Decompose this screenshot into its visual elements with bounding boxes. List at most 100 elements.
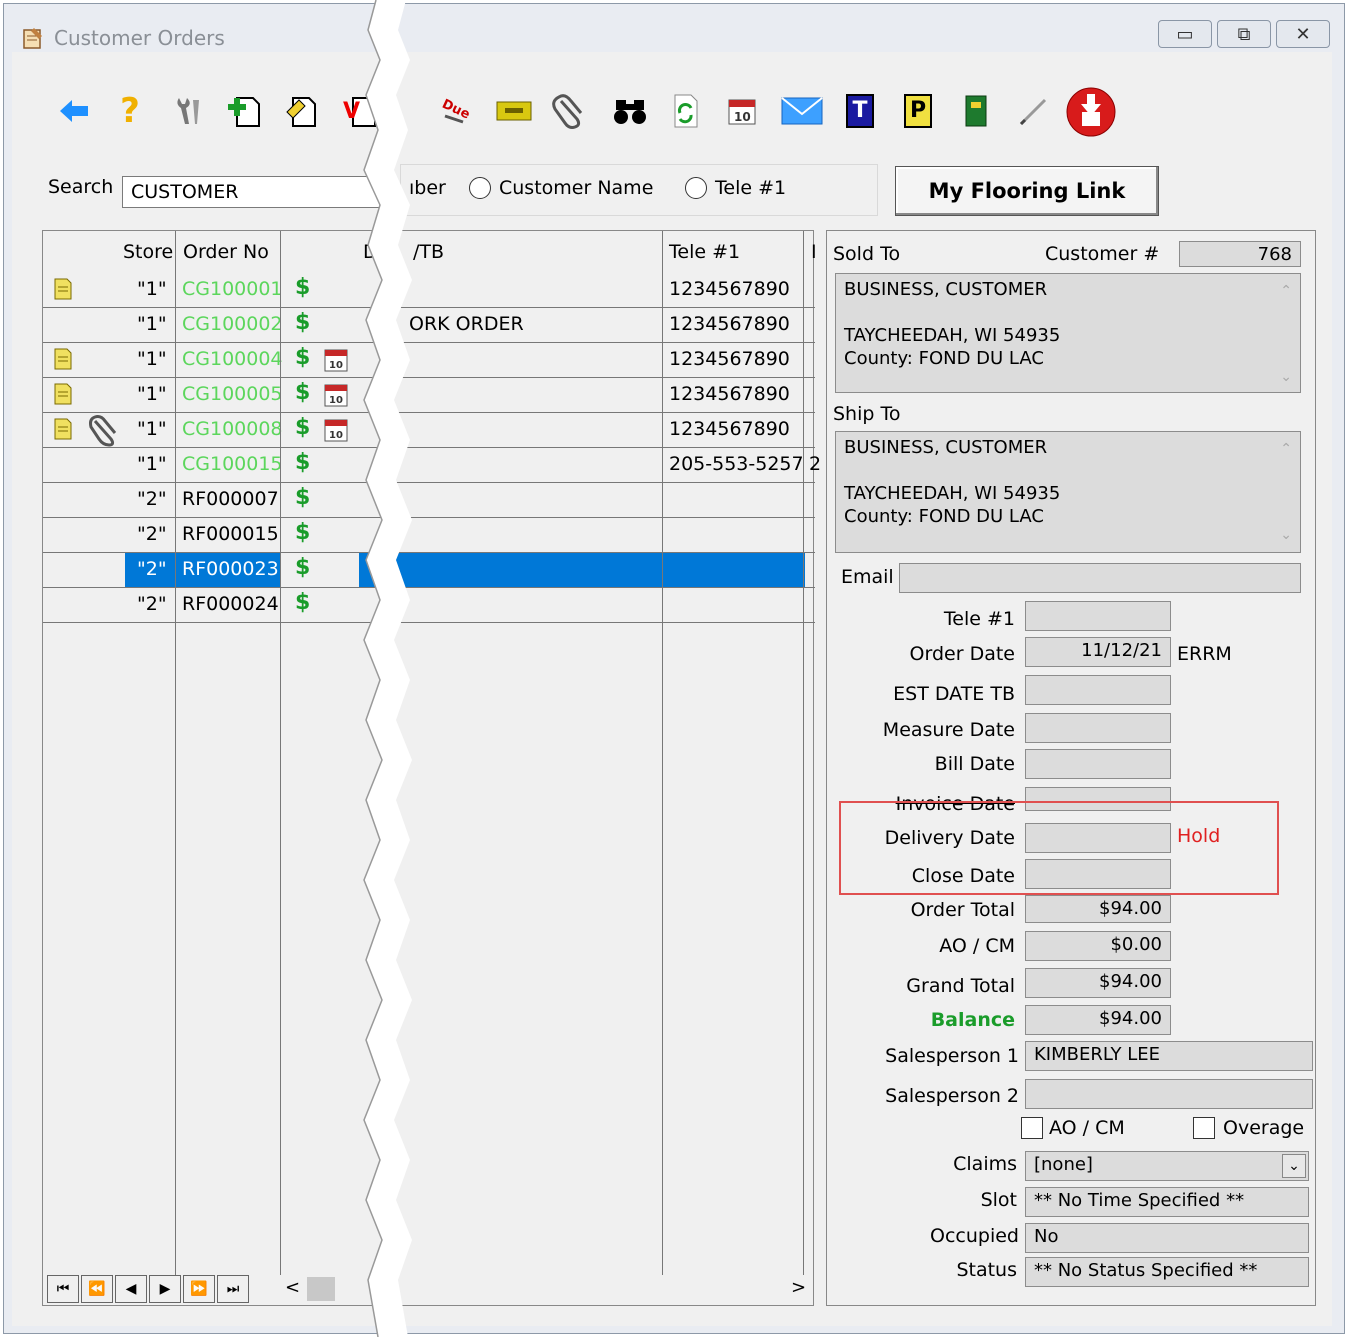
ship-to-line: TAYCHEEDAH, WI 54935 — [844, 483, 1061, 504]
header-store[interactable]: Store — [123, 241, 173, 263]
attachment-icon — [87, 413, 121, 452]
scroll-up-icon[interactable]: ⌃ — [1280, 438, 1292, 461]
scroll-right-button[interactable]: > — [791, 1277, 806, 1298]
due-icon[interactable]: Due — [432, 88, 476, 134]
p-icon[interactable]: P — [896, 88, 940, 134]
order-date-field[interactable]: 11/12/21 — [1025, 637, 1171, 667]
tele-field[interactable] — [1025, 601, 1171, 631]
salesperson2-field[interactable] — [1025, 1079, 1313, 1109]
tools-icon[interactable] — [166, 88, 210, 134]
order-no-cell[interactable]: RF000015 — [176, 518, 280, 552]
scroll-up-icon[interactable]: ⌃ — [1280, 280, 1292, 303]
table-row[interactable]: "2" RF000007 $ — [43, 483, 815, 518]
close-button[interactable]: ✕ — [1276, 20, 1330, 48]
scroll-down-icon[interactable]: ⌄ — [1280, 366, 1292, 389]
scroll-down-icon[interactable]: ⌄ — [1280, 524, 1292, 547]
binoculars-icon[interactable] — [608, 88, 652, 134]
table-row[interactable]: "2" RF000024 $ — [43, 588, 815, 623]
work-cell: ORK ORDER — [409, 313, 524, 335]
radio-circle[interactable] — [685, 177, 707, 199]
help-icon[interactable]: ? — [108, 88, 152, 134]
order-no-cell[interactable]: CG100004 — [176, 343, 283, 377]
ship-to-address[interactable]: BUSINESS, CUSTOMER TAYCHEEDAH, WI 54935 … — [835, 431, 1301, 553]
edit-order-icon[interactable] — [280, 88, 324, 134]
order-no-cell[interactable]: CG100008 — [176, 413, 283, 447]
radio-circle[interactable] — [469, 177, 491, 199]
salesperson1-label: Salesperson 1 — [885, 1045, 1019, 1067]
col-divider — [175, 231, 176, 1275]
bill-date-field[interactable] — [1025, 749, 1171, 779]
table-row[interactable]: "1" CG100004 $10 1234567890 — [43, 343, 815, 378]
radio-tele[interactable]: Tele #1 — [685, 177, 786, 199]
table-row[interactable]: "1" CG100002 $ ORK ORDER 1234567890 — [43, 308, 815, 343]
order-no-cell[interactable]: CG100001 — [176, 273, 283, 307]
occupied-field[interactable]: No — [1025, 1223, 1309, 1253]
sold-to-address[interactable]: BUSINESS, CUSTOMER TAYCHEEDAH, WI 54935 … — [835, 273, 1301, 393]
calendar-icon[interactable]: 10 — [720, 88, 764, 134]
restore-button[interactable]: ⧉ — [1217, 20, 1271, 48]
table-row[interactable]: "2" RF000023 $ — [43, 553, 815, 588]
nav-prev-page-button[interactable]: ⏪ — [81, 1275, 113, 1303]
void-icon[interactable]: V — [338, 88, 382, 134]
slot-field[interactable]: ** No Time Specified ** — [1025, 1187, 1309, 1217]
refresh-icon[interactable] — [664, 88, 708, 134]
table-row[interactable]: "1" CG100005 $10 1234567890 — [43, 378, 815, 413]
selected-row-fill — [359, 553, 805, 587]
note-icon — [53, 417, 73, 446]
table-row[interactable]: "1" CG100015 $205-553-5257 2 — [43, 448, 821, 483]
order-no-cell[interactable]: RF000023 — [176, 553, 280, 587]
nav-first-button[interactable]: ⏮ — [47, 1275, 79, 1303]
download-icon[interactable] — [1064, 84, 1118, 140]
scroll-left-button[interactable]: < — [285, 1277, 300, 1298]
new-order-icon[interactable] — [222, 88, 266, 134]
t-icon[interactable]: T — [838, 88, 882, 134]
order-no-cell[interactable]: CG100015 — [176, 448, 283, 482]
header-order-no[interactable]: Order No — [183, 241, 269, 263]
customer-no-field[interactable]: 768 — [1179, 241, 1301, 267]
scroll-thumb[interactable] — [307, 1277, 335, 1301]
attachment-icon[interactable] — [548, 88, 592, 134]
store-cell: "2" — [125, 553, 175, 587]
order-no-cell[interactable]: RF000007 — [176, 483, 280, 517]
ticket-icon[interactable] — [492, 88, 536, 134]
radio-customer-name[interactable]: Customer Name — [469, 177, 653, 199]
my-flooring-link-button[interactable]: My Flooring Link — [895, 166, 1159, 216]
est-date-field[interactable] — [1025, 675, 1171, 705]
overage-checkbox[interactable] — [1193, 1117, 1215, 1139]
note-icon — [53, 347, 73, 376]
email-field[interactable] — [899, 563, 1301, 593]
email-icon[interactable] — [780, 88, 824, 134]
book-icon[interactable] — [954, 88, 998, 134]
orders-grid: Store Order No D /TB Tele #1 I "1" CG1000… — [42, 230, 821, 1306]
table-row[interactable]: "1" CG100008 $10 1234567890 — [43, 413, 815, 448]
back-arrow-icon[interactable] — [52, 88, 96, 134]
chevron-down-icon[interactable]: ⌄ — [1282, 1154, 1306, 1178]
minimize-button[interactable]: ▭ — [1158, 20, 1212, 48]
dollar-icon: $ — [295, 275, 311, 300]
header-tele[interactable]: Tele #1 — [669, 241, 740, 263]
nav-last-button[interactable]: ⏭ — [217, 1275, 249, 1303]
claims-dropdown[interactable]: [none] ⌄ — [1025, 1151, 1309, 1181]
nav-next-page-button[interactable]: ⏩ — [183, 1275, 215, 1303]
dollar-icon: $ — [295, 380, 311, 405]
header-d[interactable]: D — [363, 241, 378, 263]
order-no-cell[interactable]: CG100002 — [176, 308, 283, 342]
table-row[interactable]: "2" RF000015 $ — [43, 518, 815, 553]
order-no-cell[interactable]: CG100005 — [176, 378, 283, 412]
nav-next-button[interactable]: ▶ — [149, 1275, 181, 1303]
measure-date-field[interactable] — [1025, 713, 1171, 743]
status-label: Status — [956, 1259, 1017, 1281]
svg-text:10: 10 — [734, 110, 751, 124]
salesperson1-field[interactable]: KIMBERLY LEE — [1025, 1041, 1313, 1071]
table-row[interactable]: "1" CG100001 $1234567890 — [43, 273, 815, 308]
header-i[interactable]: I — [811, 241, 817, 263]
radio-number[interactable]: ıber — [409, 177, 446, 199]
header-tb[interactable]: /TB — [413, 241, 444, 263]
order-no-cell[interactable]: RF000024 — [176, 588, 280, 622]
nav-prev-button[interactable]: ◀ — [115, 1275, 147, 1303]
pen-icon[interactable] — [1012, 88, 1056, 134]
status-field[interactable]: ** No Status Specified ** — [1025, 1257, 1309, 1287]
search-input[interactable] — [122, 176, 392, 208]
ao-cm-checkbox[interactable] — [1021, 1117, 1043, 1139]
horizontal-scrollbar[interactable]: < > — [279, 1275, 811, 1303]
